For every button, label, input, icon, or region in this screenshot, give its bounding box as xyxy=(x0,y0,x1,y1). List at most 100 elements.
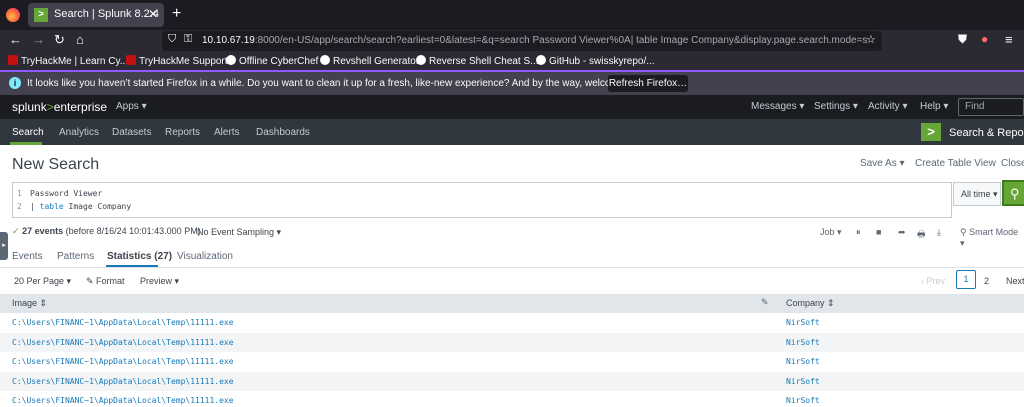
cell-company[interactable]: NirSoft xyxy=(786,318,820,327)
cell-company[interactable]: NirSoft xyxy=(786,396,820,405)
find-input[interactable]: Find xyxy=(958,98,1024,116)
cell-company[interactable]: NirSoft xyxy=(786,377,820,386)
activity-menu[interactable]: Activity ▾ xyxy=(868,101,907,112)
search-app-icon[interactable]: > xyxy=(921,123,941,141)
table-row: C:\Users\FINANC~1\AppData\Local\Temp\111… xyxy=(0,352,1024,372)
forward-arrow-icon[interactable]: → xyxy=(32,32,45,47)
tab-dashboards[interactable]: Dashboards xyxy=(256,127,310,138)
bookmark-reverse-shell[interactable]: Reverse Shell Cheat S... xyxy=(416,55,539,67)
active-tab-indicator xyxy=(10,142,42,145)
save-as-button[interactable]: Save As ▾ xyxy=(860,158,905,169)
time-range-picker[interactable]: All time ▾ xyxy=(953,182,1001,206)
event-sampling-dropdown[interactable]: No Event Sampling ▾ xyxy=(197,227,281,238)
tab-search[interactable]: Search xyxy=(12,127,44,138)
lock-icon[interactable]: ⚿ xyxy=(184,33,192,46)
url-text[interactable]: 10.10.67.19:8000/en-US/app/search/search… xyxy=(202,35,867,46)
tab-reports[interactable]: Reports xyxy=(165,127,200,138)
cell-image[interactable]: C:\Users\FINANC~1\AppData\Local\Temp\111… xyxy=(12,396,234,405)
print-icon[interactable]: 🖶 xyxy=(917,227,926,243)
splunk-logo[interactable]: splunk>enterprise xyxy=(12,100,107,114)
bookmark-cyberchef[interactable]: Offline CyberChef xyxy=(226,55,318,67)
messages-menu[interactable]: Messages ▾ xyxy=(751,101,804,112)
pager-page-1[interactable]: 1 xyxy=(956,270,976,289)
check-icon: ✓ xyxy=(12,226,20,236)
column-header-image[interactable]: Image ⇕ xyxy=(12,298,47,309)
line-number: 1 xyxy=(17,189,22,198)
export-icon[interactable]: ⤓ xyxy=(937,227,941,238)
logo-suffix: enterprise xyxy=(53,100,108,114)
search-query-editor[interactable]: 1 Password Viewer 2 | table Image Compan… xyxy=(12,182,952,218)
bookmark-star-icon[interactable]: ☆ xyxy=(866,33,876,46)
pager-next[interactable]: Next xyxy=(1006,276,1024,286)
pager-page-2[interactable]: 2 xyxy=(984,276,989,286)
cell-company[interactable]: NirSoft xyxy=(786,338,820,347)
github-icon xyxy=(536,55,546,65)
url-path: :8000/en-US/app/search/search?earliest=0… xyxy=(254,35,867,46)
close-button[interactable]: Close xyxy=(1001,158,1024,169)
query-pipe: | xyxy=(30,202,40,211)
tab-patterns[interactable]: Patterns xyxy=(57,251,94,262)
firefox-logo-icon[interactable] xyxy=(6,8,20,22)
column-header-company[interactable]: Company ⇕ xyxy=(786,298,835,309)
new-tab-button[interactable]: + xyxy=(172,5,181,23)
notification-text: It looks like you haven’t started Firefo… xyxy=(27,78,652,89)
tab-close-button[interactable]: ✕ xyxy=(148,7,158,21)
help-menu[interactable]: Help ▾ xyxy=(920,101,948,112)
job-menu[interactable]: Job ▾ xyxy=(820,227,842,238)
tab-events[interactable]: Events xyxy=(12,251,43,262)
tab-alerts[interactable]: Alerts xyxy=(214,127,240,138)
tab-visualization[interactable]: Visualization xyxy=(177,251,233,262)
app-nav-bar: Search Analytics Datasets Reports Alerts… xyxy=(0,119,1024,145)
create-table-view-button[interactable]: Create Table View xyxy=(915,158,996,169)
search-mode-dropdown[interactable]: ⚲ Smart Mode ▾ xyxy=(960,227,1024,249)
bookmark-tryhackme-support[interactable]: TryHackMe Support xyxy=(126,55,228,67)
cell-image[interactable]: C:\Users\FINANC~1\AppData\Local\Temp\111… xyxy=(12,338,234,347)
format-button[interactable]: ✎ Format xyxy=(86,276,125,287)
tryhackme-icon xyxy=(126,55,136,65)
cell-image[interactable]: C:\Users\FINANC~1\AppData\Local\Temp\111… xyxy=(12,377,234,386)
search-button[interactable]: ⚲ xyxy=(1002,180,1024,206)
stop-icon[interactable]: ■ xyxy=(876,227,881,237)
pocket-icon[interactable]: ⛊ xyxy=(958,32,967,47)
share-icon[interactable]: ➦ xyxy=(898,227,906,238)
table-row: C:\Users\FINANC~1\AppData\Local\Temp\111… xyxy=(0,371,1024,391)
table-row: C:\Users\FINANC~1\AppData\Local\Temp\111… xyxy=(0,391,1024,407)
settings-menu[interactable]: Settings ▾ xyxy=(814,101,858,112)
query-line: Password Viewer xyxy=(30,189,103,198)
browser-tab[interactable]: > Search | Splunk 8.2.4 ✕ xyxy=(28,3,164,27)
home-icon[interactable]: ⌂ xyxy=(76,32,84,47)
splunk-favicon-icon: > xyxy=(34,8,48,22)
bookmark-github[interactable]: GitHub - swisskyrepo/... xyxy=(536,55,655,67)
refresh-firefox-button[interactable]: Refresh Firefox… xyxy=(608,75,688,92)
sidebar-toggle-handle[interactable]: ▸ xyxy=(0,232,8,260)
table-header: Image ⇕ ✎ Company ⇕ xyxy=(0,294,1024,313)
pause-icon[interactable]: ⏸ xyxy=(856,227,861,238)
back-arrow-icon[interactable]: ← xyxy=(9,32,22,47)
extension-icon[interactable]: ● xyxy=(981,32,988,46)
bookmark-tryhackme[interactable]: TryHackMe | Learn Cy... xyxy=(8,55,128,67)
splunk-header: splunk>enterprise Apps ▾ Messages ▾ Sett… xyxy=(0,95,1024,119)
tab-datasets[interactable]: Datasets xyxy=(112,127,151,138)
app-name: Search & Reporting xyxy=(949,127,1024,139)
cell-company[interactable]: NirSoft xyxy=(786,357,820,366)
page-title: New Search xyxy=(12,156,100,173)
shield-icon[interactable]: ⛉ xyxy=(168,33,176,46)
menu-hamburger-icon[interactable]: ≡ xyxy=(1005,32,1013,47)
pencil-icon[interactable]: ✎ xyxy=(761,297,769,308)
tab-analytics[interactable]: Analytics xyxy=(59,127,99,138)
bookmark-label: TryHackMe Support xyxy=(139,56,228,67)
url-bar[interactable]: ⛉ ⚿ 10.10.67.19:8000/en-US/app/search/se… xyxy=(162,31,882,51)
per-page-dropdown[interactable]: 20 Per Page ▾ xyxy=(14,276,71,287)
apps-menu[interactable]: Apps ▾ xyxy=(116,101,147,112)
browser-nav-bar: ← → ↻ ⌂ ⛉ ⚿ 10.10.67.19:8000/en-US/app/s… xyxy=(0,30,1024,52)
bookmark-label: Reverse Shell Cheat S... xyxy=(429,56,539,67)
tryhackme-icon xyxy=(8,55,18,65)
tab-statistics[interactable]: Statistics (27) xyxy=(107,251,172,262)
event-count: 27 events xyxy=(22,226,64,236)
cell-image[interactable]: C:\Users\FINANC~1\AppData\Local\Temp\111… xyxy=(12,357,234,366)
bookmark-revshell[interactable]: Revshell Generator xyxy=(320,55,419,67)
reload-icon[interactable]: ↻ xyxy=(54,32,65,48)
info-icon: i xyxy=(9,77,21,89)
preview-dropdown[interactable]: Preview ▾ xyxy=(140,276,179,287)
cell-image[interactable]: C:\Users\FINANC~1\AppData\Local\Temp\111… xyxy=(12,318,234,327)
